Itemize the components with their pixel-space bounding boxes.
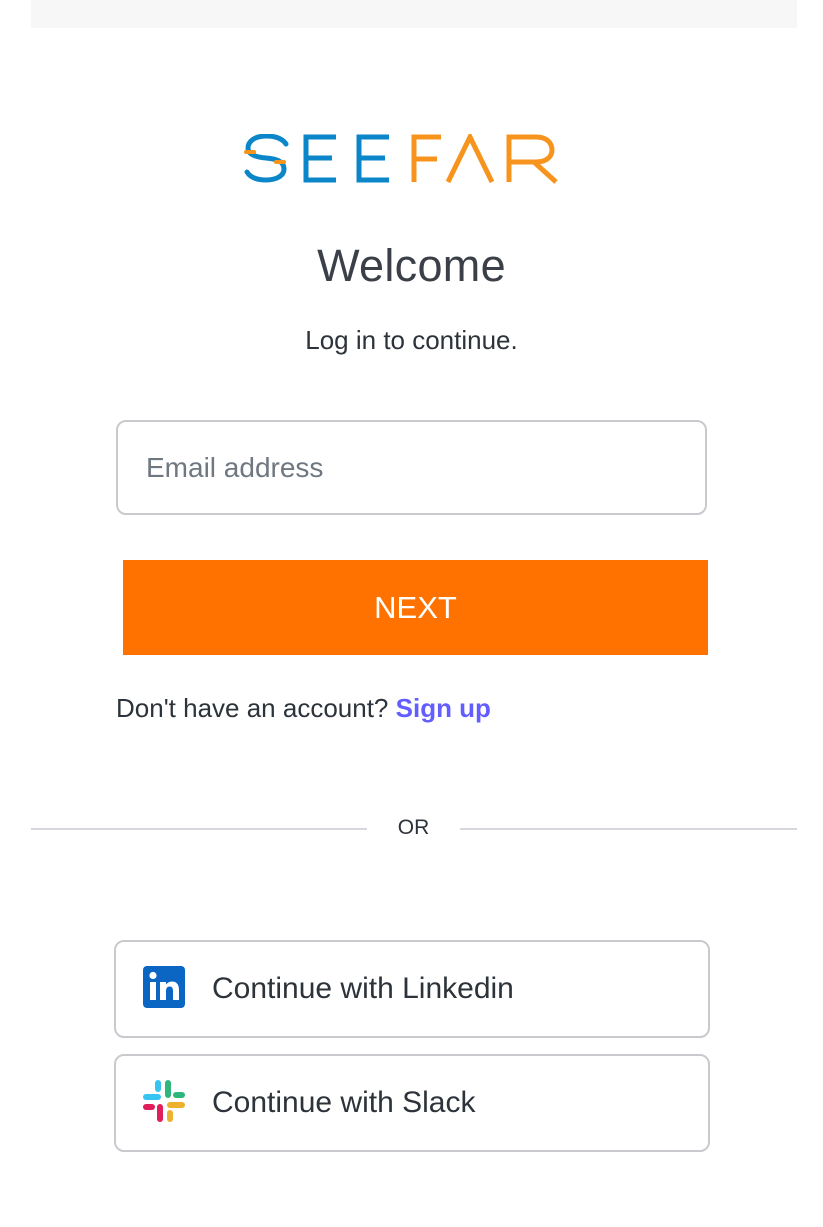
divider-line-right xyxy=(460,828,797,830)
divider-or: OR xyxy=(397,816,430,839)
signup-link[interactable]: Sign up xyxy=(396,693,491,723)
page-subtitle: Log in to continue. xyxy=(305,325,518,355)
seefar-logo xyxy=(244,134,560,184)
signup-prompt: Don't have an account? xyxy=(116,693,389,723)
top-strip xyxy=(31,0,797,28)
next-button[interactable]: NEXT xyxy=(123,560,708,655)
email-field[interactable] xyxy=(116,420,707,515)
signup-row: Don't have an account? Sign up xyxy=(116,693,491,724)
linkedin-icon xyxy=(143,966,185,1008)
linkedin-label: Continue with Linkedin xyxy=(212,972,514,1005)
divider-line-left xyxy=(31,828,367,830)
linkedin-button[interactable]: Continue with Linkedin xyxy=(114,940,710,1038)
slack-icon xyxy=(143,1080,185,1122)
slack-label: Continue with Slack xyxy=(212,1086,476,1119)
slack-button[interactable]: Continue with Slack xyxy=(114,1054,710,1152)
page-title: Welcome xyxy=(317,240,506,291)
email-input[interactable] xyxy=(146,422,686,513)
